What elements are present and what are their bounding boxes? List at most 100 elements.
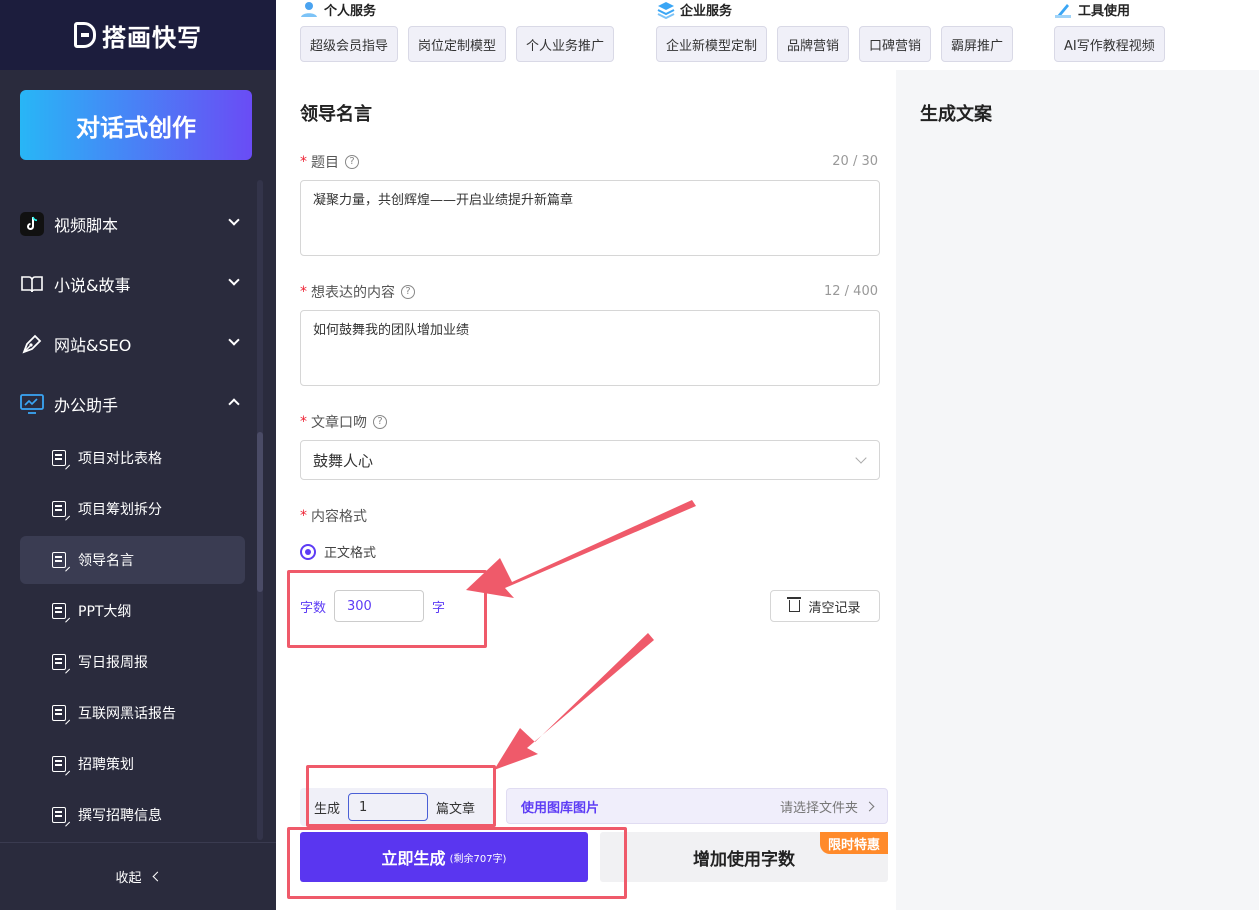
sidebar-item-label: 网站&SEO — [54, 336, 132, 355]
sidebar-item-label: 办公助手 — [54, 396, 119, 415]
help-icon[interactable]: ? — [345, 155, 359, 169]
content-label: * 想表达的内容 ? — [300, 282, 415, 302]
logo-text: 搭画快写 — [102, 23, 202, 52]
sidebar-item-label: 视频脚本 — [54, 216, 119, 235]
service-group-personal: 个人服务 超级会员指导 岗位定制模型 个人业务推广 — [300, 0, 624, 62]
tone-select[interactable]: 鼓舞人心 — [300, 440, 880, 480]
required-marker: * — [300, 508, 307, 524]
sidebar-subitem-project-plan[interactable]: 项目筹划拆分 — [20, 485, 245, 533]
clear-history-button[interactable]: 清空记录 — [770, 590, 880, 622]
tone-select-value: 鼓舞人心 — [313, 451, 374, 470]
topic-char-counter: 20 / 30 — [832, 154, 878, 169]
topic-label: * 题目 ? — [300, 152, 359, 172]
service-group-title: 工具使用 — [1078, 3, 1131, 19]
trash-icon — [787, 597, 802, 612]
sidebar-collapse-button[interactable]: 收起 — [0, 842, 276, 910]
content-char-counter: 12 / 400 — [824, 284, 878, 299]
sidebar-item-office-assistant[interactable]: 办公助手 — [20, 384, 252, 424]
add-word-quota-button[interactable]: 增加使用字数 限时特惠 — [600, 832, 888, 882]
service-bar: 个人服务 超级会员指导 岗位定制模型 个人业务推广 企业服务 企业新模型定制 品… — [276, 0, 1259, 70]
document-edit-icon — [52, 654, 66, 670]
promo-badge: 限时特惠 — [819, 832, 888, 854]
tool-icon — [1054, 1, 1072, 18]
logo[interactable]: 搭画快写 — [0, 0, 276, 70]
service-tag-enterprise-model[interactable]: 企业新模型定制 — [656, 26, 768, 62]
service-tag-personal-promo[interactable]: 个人业务推广 — [516, 26, 615, 62]
service-group-title: 个人服务 — [324, 3, 377, 19]
user-service-icon — [300, 1, 318, 17]
annotation-box-generate — [287, 827, 627, 899]
service-tag-reputation-marketing[interactable]: 口碑营销 — [859, 26, 932, 62]
collapse-label: 收起 — [115, 871, 142, 886]
sidebar-item-video-script[interactable]: 视频脚本 — [20, 204, 252, 244]
radio-checked-icon[interactable] — [300, 543, 316, 560]
document-edit-icon — [52, 756, 66, 772]
topic-input[interactable]: 凝聚力量，共创辉煌——开启业绩提升新篇章 — [300, 180, 880, 256]
sidebar-subitem-label: 撰写招聘信息 — [78, 808, 162, 824]
page-title: 领导名言 — [300, 104, 372, 125]
chevron-left-icon — [152, 871, 162, 882]
sidebar-subitem-ppt-outline[interactable]: PPT大纲 — [20, 587, 245, 635]
sidebar-subitem-label: 领导名言 — [78, 553, 134, 569]
tiktok-icon — [20, 212, 44, 236]
sidebar-subitem-label: 互联网黑话报告 — [78, 706, 176, 722]
required-marker: * — [300, 154, 307, 170]
sidebar-scroll-thumb[interactable] — [257, 432, 263, 592]
service-tag-position-model[interactable]: 岗位定制模型 — [408, 26, 507, 62]
help-icon[interactable]: ? — [401, 285, 415, 299]
cube-stack-icon — [656, 1, 675, 20]
document-edit-icon — [52, 705, 66, 721]
sidebar-subitem-label: 项目筹划拆分 — [78, 502, 162, 518]
document-edit-icon — [52, 552, 66, 568]
sidebar-subitem-project-compare[interactable]: 项目对比表格 — [20, 434, 245, 482]
book-icon — [20, 272, 44, 296]
format-radio-body[interactable]: 正文格式 — [300, 542, 376, 561]
document-edit-icon — [52, 501, 66, 517]
conversation-create-button[interactable]: 对话式创作 — [20, 90, 252, 160]
service-tag-brand-marketing[interactable]: 品牌营销 — [777, 26, 850, 62]
document-edit-icon — [52, 807, 66, 823]
tone-label: * 文章口吻 ? — [300, 412, 387, 432]
sidebar-subitem-leader-quotes[interactable]: 领导名言 — [20, 536, 245, 584]
sidebar-subitem-label: 项目对比表格 — [78, 451, 162, 467]
document-edit-icon — [52, 450, 66, 466]
folder-picker[interactable]: 请选择文件夹 — [780, 797, 875, 816]
sidebar-subitem-job-posting[interactable]: 撰写招聘信息 — [20, 791, 245, 839]
sidebar-item-website-seo[interactable]: 网站&SEO — [20, 324, 252, 364]
chevron-up-icon — [228, 398, 240, 410]
gallery-image-selector[interactable]: 使用图库图片 请选择文件夹 — [506, 788, 888, 824]
sidebar-subitem-jargon-report[interactable]: 互联网黑话报告 — [20, 689, 245, 737]
service-tag-screen-promo[interactable]: 霸屏推广 — [941, 26, 1014, 62]
sidebar-subitem-label: 招聘策划 — [78, 757, 134, 773]
service-group-enterprise: 企业服务 企业新模型定制 品牌营销 口碑营销 霸屏推广 — [656, 0, 1023, 62]
annotation-box-article-count — [306, 765, 496, 827]
service-tag-tutorial-video[interactable]: AI写作教程视频 — [1054, 26, 1165, 62]
format-label: * 内容格式 — [300, 508, 367, 525]
service-tag-super-member[interactable]: 超级会员指导 — [300, 26, 399, 62]
gallery-label: 使用图库图片 — [521, 800, 600, 816]
sidebar-subitem-daily-weekly-report[interactable]: 写日报周报 — [20, 638, 245, 686]
sidebar-item-novel-story[interactable]: 小说&故事 — [20, 264, 252, 304]
sidebar-subitem-label: PPT大纲 — [78, 604, 132, 620]
chevron-down-icon — [855, 452, 867, 464]
content-input[interactable]: 如何鼓舞我的团队增加业绩 — [300, 310, 880, 386]
logo-icon — [74, 22, 96, 48]
chevron-down-icon — [228, 214, 240, 226]
sidebar: 搭画快写 对话式创作 视频脚本 小说&故事 网站&SEO 办公助手 项目对比表格 — [0, 0, 276, 910]
required-marker: * — [300, 414, 307, 430]
chevron-right-icon — [864, 801, 875, 811]
chevron-down-icon — [228, 274, 240, 286]
service-group-tools: 工具使用 AI写作教程视频 — [1054, 0, 1175, 62]
sidebar-item-label: 小说&故事 — [54, 276, 131, 295]
pen-icon — [20, 332, 44, 356]
document-edit-icon — [52, 603, 66, 619]
help-icon[interactable]: ? — [373, 415, 387, 429]
monitor-chart-icon — [20, 392, 44, 416]
sidebar-subitem-recruitment-plan[interactable]: 招聘策划 — [20, 740, 245, 788]
chevron-down-icon — [228, 334, 240, 346]
required-marker: * — [300, 284, 307, 300]
annotation-box-word-count — [287, 570, 487, 648]
output-title: 生成文案 — [920, 104, 992, 125]
sidebar-subitem-label: 写日报周报 — [78, 655, 148, 671]
format-option-label: 正文格式 — [324, 546, 377, 561]
